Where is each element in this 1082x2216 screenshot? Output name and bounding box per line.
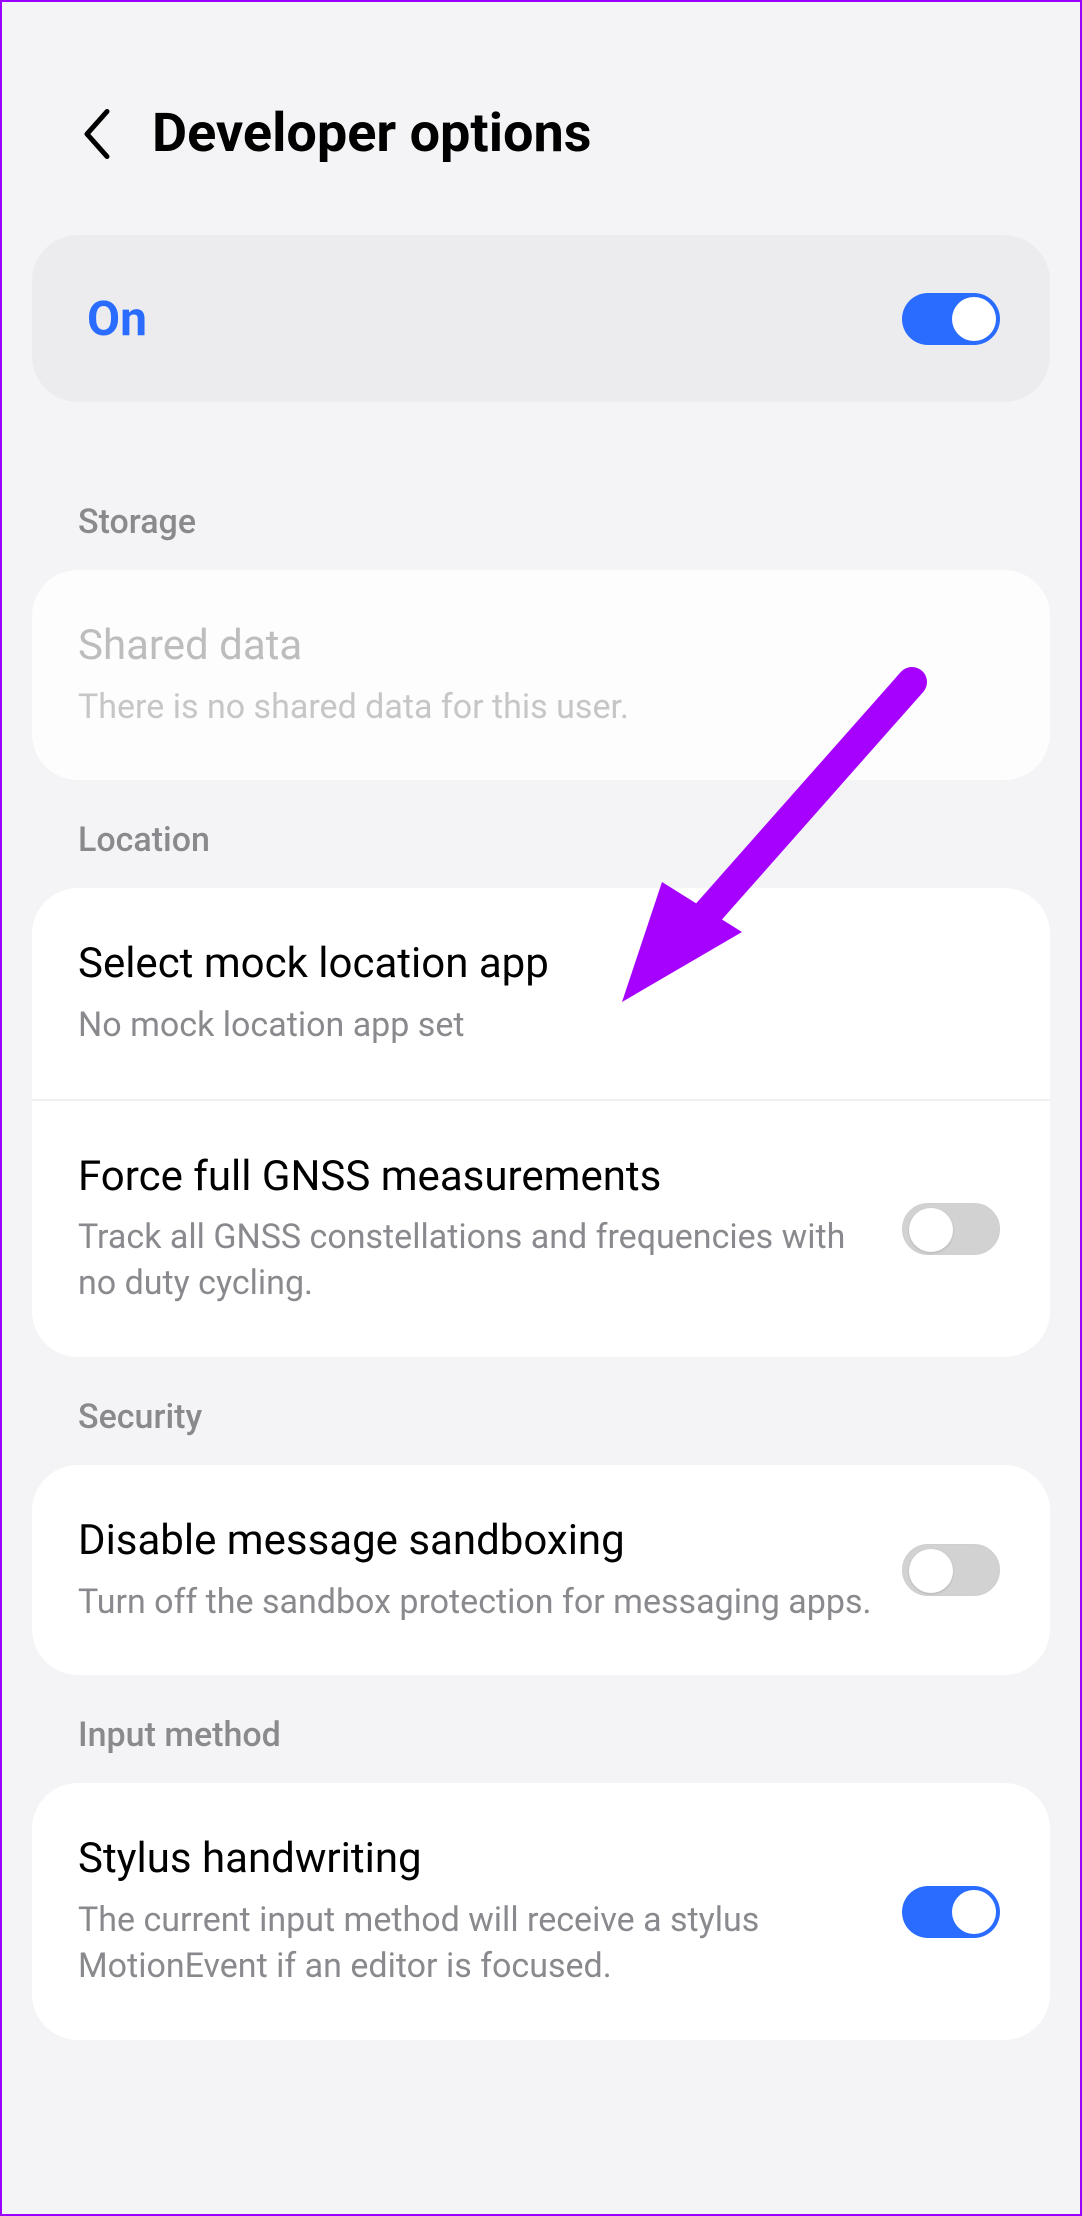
row-title: Stylus handwriting bbox=[78, 1833, 872, 1886]
section-header-storage: Storage bbox=[2, 462, 1080, 570]
row-title: Select mock location app bbox=[78, 938, 1000, 991]
card-storage: Shared data There is no shared data for … bbox=[32, 570, 1050, 780]
row-sub: Turn off the sandbox protection for mess… bbox=[78, 1580, 872, 1626]
master-toggle[interactable] bbox=[902, 293, 1000, 345]
card-security: Disable message sandboxing Turn off the … bbox=[32, 1465, 1050, 1675]
row-stylus-handwriting[interactable]: Stylus handwriting The current input met… bbox=[32, 1783, 1050, 2039]
toggle-force-full-gnss[interactable] bbox=[902, 1203, 1000, 1255]
row-select-mock-location-app[interactable]: Select mock location app No mock locatio… bbox=[32, 888, 1050, 1098]
row-force-full-gnss[interactable]: Force full GNSS measurements Track all G… bbox=[32, 1099, 1050, 1357]
section-header-security: Security bbox=[2, 1357, 1080, 1465]
master-toggle-row[interactable]: On bbox=[32, 235, 1050, 402]
row-title: Force full GNSS measurements bbox=[78, 1151, 872, 1204]
toggle-disable-message-sandboxing[interactable] bbox=[902, 1544, 1000, 1596]
card-input-method: Stylus handwriting The current input met… bbox=[32, 1783, 1050, 2039]
row-sub: The current input method will receive a … bbox=[78, 1898, 872, 1990]
row-sub: Track all GNSS constellations and freque… bbox=[78, 1215, 872, 1307]
row-title: Disable message sandboxing bbox=[78, 1515, 872, 1568]
section-header-location: Location bbox=[2, 780, 1080, 888]
row-sub: There is no shared data for this user. bbox=[78, 685, 1000, 731]
master-toggle-label: On bbox=[87, 290, 147, 347]
page-title: Developer options bbox=[152, 102, 592, 165]
section-header-input-method: Input method bbox=[2, 1675, 1080, 1783]
row-disable-message-sandboxing[interactable]: Disable message sandboxing Turn off the … bbox=[32, 1465, 1050, 1675]
toggle-stylus-handwriting[interactable] bbox=[902, 1886, 1000, 1938]
row-sub: No mock location app set bbox=[78, 1003, 1000, 1049]
card-location: Select mock location app No mock locatio… bbox=[32, 888, 1050, 1357]
back-icon[interactable] bbox=[82, 109, 112, 159]
row-shared-data[interactable]: Shared data There is no shared data for … bbox=[32, 570, 1050, 780]
row-title: Shared data bbox=[78, 620, 1000, 673]
